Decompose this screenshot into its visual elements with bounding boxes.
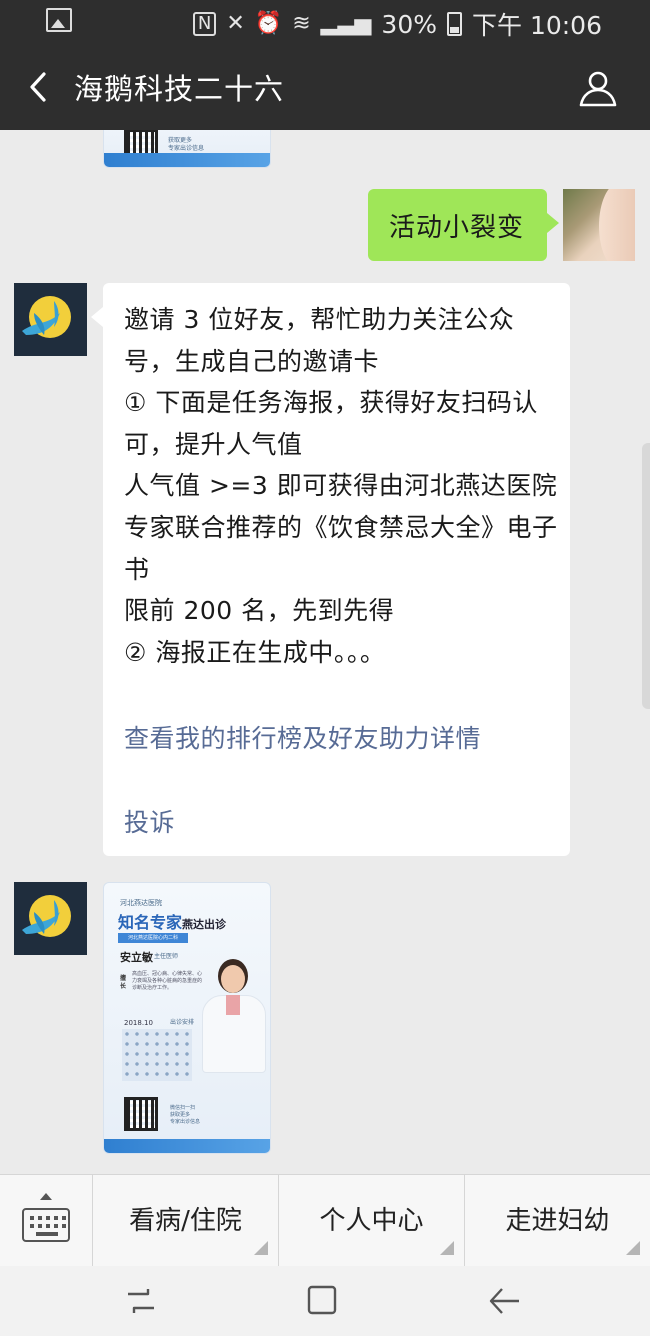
menu-item-personal[interactable]: 个人中心 bbox=[279, 1175, 465, 1267]
ranking-link[interactable]: 查看我的排行榜及好友助力详情 bbox=[124, 719, 481, 755]
poster-hospital: 河北燕达医院 bbox=[120, 899, 162, 907]
qr-caption: 微信扫一扫 获取更多 专家出诊信息 bbox=[170, 1105, 201, 1125]
menu-item-label: 个人中心 bbox=[319, 1206, 424, 1236]
keyboard-toggle-button[interactable] bbox=[0, 1175, 93, 1267]
chat-header: 海鹅科技二十六 bbox=[0, 44, 650, 130]
gallery-notification-icon bbox=[46, 8, 72, 32]
bird-logo-icon bbox=[22, 296, 71, 338]
specialty-label: 擅长 bbox=[120, 975, 127, 990]
clock: 下午 10:06 bbox=[472, 11, 602, 40]
bird-logo-icon bbox=[22, 895, 71, 937]
wifi-icon: ≋ bbox=[292, 11, 311, 36]
qr-code bbox=[124, 1097, 158, 1131]
home-icon[interactable] bbox=[306, 1284, 338, 1316]
battery-percent: 30% bbox=[381, 9, 437, 39]
back-nav-icon[interactable] bbox=[488, 1286, 522, 1316]
chat-area[interactable]: 获取更多 专家出诊信息 活动小裂变 邀请 3 位好友，帮忙助力关注公众号，生成自己… bbox=[0, 130, 650, 1174]
bottom-menu: 看病/住院 个人中心 走进妇幼 bbox=[0, 1174, 650, 1267]
keyboard-icon bbox=[22, 1208, 70, 1242]
menu-item-label: 走进妇幼 bbox=[505, 1206, 610, 1236]
caret-up-icon bbox=[40, 1193, 52, 1200]
clinic-label: 出诊安排 bbox=[170, 1019, 195, 1026]
menu-item-visit[interactable]: 看病/住院 bbox=[93, 1175, 279, 1267]
nfc-icon: N bbox=[192, 12, 217, 36]
poster-image-partial[interactable]: 获取更多 专家出诊信息 bbox=[103, 130, 271, 168]
submenu-indicator-icon bbox=[254, 1241, 268, 1255]
chat-title: 海鹅科技二十六 bbox=[74, 72, 285, 106]
system-nav-bar bbox=[0, 1266, 650, 1336]
self-avatar[interactable] bbox=[563, 189, 635, 261]
bot-avatar[interactable] bbox=[14, 283, 87, 356]
chevron-left-icon[interactable] bbox=[24, 70, 58, 104]
bot-avatar[interactable] bbox=[14, 882, 87, 955]
calendar-grid bbox=[122, 1029, 192, 1081]
poster-image[interactable]: 河北燕达医院 知名专家燕达出诊 河北燕达医院心内二科 安立敏 主任医师 擅长 高… bbox=[103, 882, 271, 1154]
specialty-text: 高血压、冠心病、心律失常、心力衰竭及各种心脏病的急重症的诊断及治疗工作。 bbox=[132, 971, 203, 991]
outgoing-message-text: 活动小裂变 bbox=[389, 213, 525, 243]
doctor-name: 安立敏 bbox=[120, 951, 153, 964]
recent-apps-icon[interactable] bbox=[124, 1286, 158, 1316]
user-icon[interactable] bbox=[578, 68, 618, 108]
submenu-indicator-icon bbox=[440, 1241, 454, 1255]
menu-item-about[interactable]: 走进妇幼 bbox=[465, 1175, 650, 1267]
complaint-link[interactable]: 投诉 bbox=[124, 803, 175, 839]
menu-item-label: 看病/住院 bbox=[129, 1206, 242, 1236]
outgoing-message-bubble[interactable]: 活动小裂变 bbox=[368, 189, 559, 261]
battery-icon bbox=[447, 12, 462, 36]
poster-bottom-band bbox=[104, 153, 270, 167]
poster-bottom-band bbox=[104, 1139, 270, 1153]
status-icons: N ✕ ⏰ ≋ ▂▃▅ 30% 下午 10:06 bbox=[192, 6, 602, 42]
signal-icon: ▂▃▅ bbox=[320, 11, 372, 36]
scroll-handle[interactable] bbox=[642, 443, 650, 709]
status-bar: N ✕ ⏰ ≋ ▂▃▅ 30% 下午 10:06 bbox=[0, 0, 650, 44]
poster-headline: 知名专家燕达出诊 bbox=[118, 913, 227, 932]
invite-message-text: 邀请 3 位好友，帮忙助力关注公众号，生成自己的邀请卡 ① 下面是任务海报，获得… bbox=[124, 305, 558, 667]
doctor-title: 主任医师 bbox=[154, 953, 179, 960]
submenu-indicator-icon bbox=[626, 1241, 640, 1255]
doctor-photo bbox=[196, 955, 268, 1141]
poster-subline: 河北燕达医院心内二科 bbox=[118, 933, 188, 943]
incoming-message-bubble[interactable]: 邀请 3 位好友，帮忙助力关注公众号，生成自己的邀请卡 ① 下面是任务海报，获得… bbox=[91, 283, 570, 856]
alarm-icon: ⏰ bbox=[254, 11, 283, 36]
poster-caption: 获取更多 专家出诊信息 bbox=[168, 137, 205, 152]
mute-icon: ✕ bbox=[226, 11, 245, 36]
calendar-label: 2018.10 bbox=[124, 1019, 153, 1027]
